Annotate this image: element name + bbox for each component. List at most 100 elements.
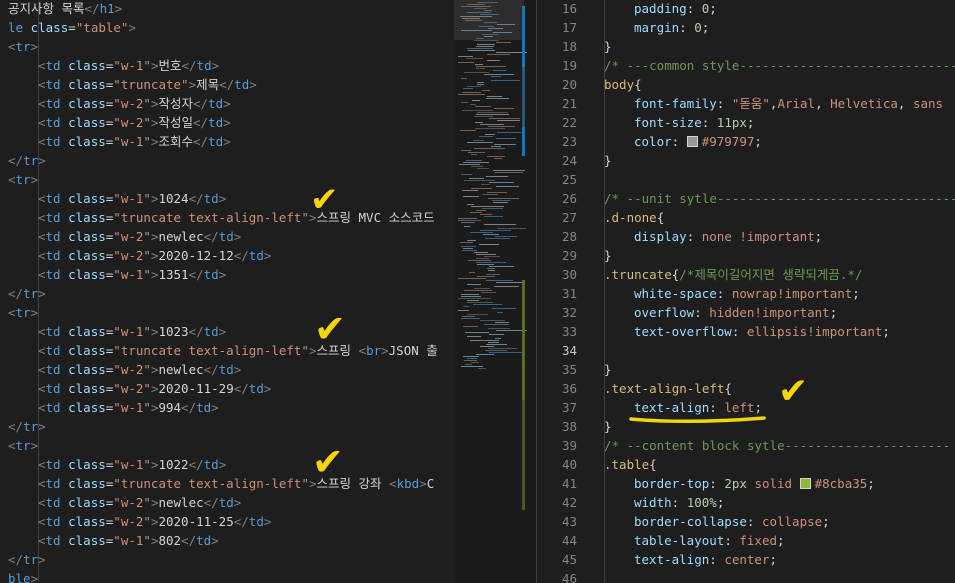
code-line[interactable]: <td class="w-1">1024</td>	[38, 189, 226, 208]
code-line[interactable]: table-layout: fixed;	[634, 531, 785, 550]
code-token: "truncate text-align-left"	[113, 343, 309, 358]
code-line[interactable]: <tr>	[8, 436, 38, 455]
scrollbar-marker	[522, 280, 525, 400]
code-token: td	[45, 514, 61, 529]
minimap-slider[interactable]	[454, 0, 524, 40]
code-line[interactable]: <td class="truncate text-align-left">스프링…	[38, 341, 438, 360]
code-line[interactable]: <td class="truncate text-align-left">스프링…	[38, 474, 434, 493]
code-token: class	[68, 96, 106, 111]
code-line[interactable]: margin: 0;	[634, 18, 709, 37]
code-line[interactable]: width: 100%;	[634, 493, 724, 512]
code-line[interactable]: <td class="w-2">작성자</td>	[38, 94, 231, 113]
code-line[interactable]: .text-align-left{	[604, 379, 732, 398]
code-token: td	[45, 96, 61, 111]
code-line[interactable]: <td class="w-2">2020-11-29</td>	[38, 379, 271, 398]
code-line[interactable]: /* --content block sytle----------------…	[604, 436, 950, 455]
code-line[interactable]: overflow: hidden!important;	[634, 303, 837, 322]
code-token: "w-1"	[113, 400, 151, 415]
minimap-line	[467, 302, 493, 303]
code-line[interactable]: color: #979797;	[634, 132, 762, 151]
minimap-line	[464, 72, 489, 73]
code-line[interactable]: <td class="w-1">994</td>	[38, 398, 219, 417]
code-token: td	[218, 495, 234, 510]
code-line[interactable]: <td class="w-2">newlec</td>	[38, 360, 241, 379]
minimap-line	[475, 106, 491, 107]
code-line[interactable]: }	[604, 246, 612, 265]
code-line[interactable]: <td class="w-1">1023</td>	[38, 322, 226, 341]
code-token: "돋움"	[731, 96, 770, 111]
code-token: class	[68, 381, 106, 396]
minimap-line	[474, 148, 505, 149]
code-line[interactable]: font-size: 11px;	[634, 113, 754, 132]
code-token: <	[38, 134, 46, 149]
code-line[interactable]: <td class="w-1">번호</td>	[38, 56, 219, 75]
code-token: newlec	[158, 362, 204, 377]
code-line[interactable]: </tr>	[8, 417, 46, 436]
minimap[interactable]	[454, 0, 536, 583]
code-line[interactable]: display: none !important;	[634, 227, 822, 246]
code-line[interactable]: </tr>	[8, 550, 46, 569]
code-line[interactable]: <td class="w-2">2020-11-25</td>	[38, 512, 271, 531]
code-token: >	[218, 457, 227, 472]
code-line[interactable]: /* --unit sytle-------------------------…	[604, 189, 955, 208]
code-token: /*제목이길어지면 생략되게끔.*/	[679, 267, 863, 282]
code-token: td	[45, 381, 61, 396]
code-line[interactable]: white-space: nowrap!important;	[634, 284, 860, 303]
code-line[interactable]: <td class="w-2">2020-12-12</td>	[38, 246, 271, 265]
minimap-line	[489, 334, 504, 335]
code-line[interactable]: le class="table">	[8, 18, 136, 37]
code-line[interactable]: <td class="w-1">1351</td>	[38, 265, 226, 284]
code-token: td	[45, 362, 61, 377]
code-line[interactable]: <td class="w-2">newlec</td>	[38, 227, 241, 246]
code-line[interactable]: ble>	[8, 569, 38, 583]
code-line[interactable]: <tr>	[8, 37, 38, 56]
code-line[interactable]: <td class="w-1">1022</td>	[38, 455, 226, 474]
code-token: white-space	[634, 286, 717, 301]
code-line[interactable]: border-collapse: collapse;	[634, 512, 830, 531]
code-token: <	[38, 210, 46, 225]
css-editor-pane[interactable]: 16 padding: 0; 17 margin: 0; 18} 19 /* ---comm…	[537, 0, 955, 583]
minimap-line	[482, 90, 490, 91]
code-line[interactable]: <td class="w-1">조회수</td>	[38, 132, 231, 151]
code-line[interactable]: <td class="w-2">작성일</td>	[38, 113, 231, 132]
html-editor-pane[interactable]: 공지사항 목록</h1> le class="table"> <tr> <td cla…	[0, 0, 454, 583]
code-token: collapse	[761, 514, 823, 529]
code-line[interactable]: <td class="w-1">802</td>	[38, 531, 219, 550]
code-token: tr	[23, 419, 39, 434]
code-line[interactable]: text-overflow: ellipsis!important;	[634, 322, 890, 341]
code-line[interactable]: font-family: "돋움",Arial, Helvetica, sans	[634, 94, 943, 113]
code-line[interactable]: <td class="truncate">제목</td>	[38, 75, 257, 94]
code-token: <	[8, 438, 16, 453]
code-line[interactable]: .truncate{/*제목이길어지면 생략되게끔.*/	[604, 265, 862, 284]
code-line[interactable]: }	[604, 151, 612, 170]
code-token: br	[366, 343, 382, 358]
code-line[interactable]: }	[604, 417, 612, 436]
code-line[interactable]: </tr>	[8, 151, 46, 170]
code-token: }	[604, 248, 612, 263]
code-line[interactable]: .table{	[604, 455, 657, 474]
code-line[interactable]: <tr>	[8, 170, 38, 189]
code-line[interactable]: .d-none{	[604, 208, 664, 227]
code-line[interactable]: body{	[604, 75, 642, 94]
code-line[interactable]: /* ---common style----------------------…	[604, 56, 955, 75]
code-line[interactable]: }	[604, 360, 612, 379]
minimap-line	[470, 232, 493, 233]
code-line[interactable]: padding: 0;	[634, 0, 717, 18]
code-token: :	[701, 115, 717, 130]
code-line[interactable]: <td class="truncate text-align-left">스프링…	[38, 208, 435, 227]
line-number: 34	[561, 343, 577, 358]
code-line[interactable]: }	[604, 37, 612, 56]
code-token: margin	[634, 20, 680, 35]
code-token: <	[38, 476, 46, 491]
code-line[interactable]: <td class="w-2">newlec</td>	[38, 493, 241, 512]
code-token: padding	[634, 1, 687, 16]
code-line[interactable]: border-top: 2px solid #8cba35;	[634, 474, 875, 493]
code-line[interactable]: 공지사항 목록</h1>	[8, 0, 122, 18]
code-line[interactable]: text-align: center;	[634, 550, 777, 569]
code-line[interactable]: <tr>	[8, 303, 38, 322]
code-token: >	[223, 96, 231, 111]
code-line[interactable]: </tr>	[8, 284, 46, 303]
